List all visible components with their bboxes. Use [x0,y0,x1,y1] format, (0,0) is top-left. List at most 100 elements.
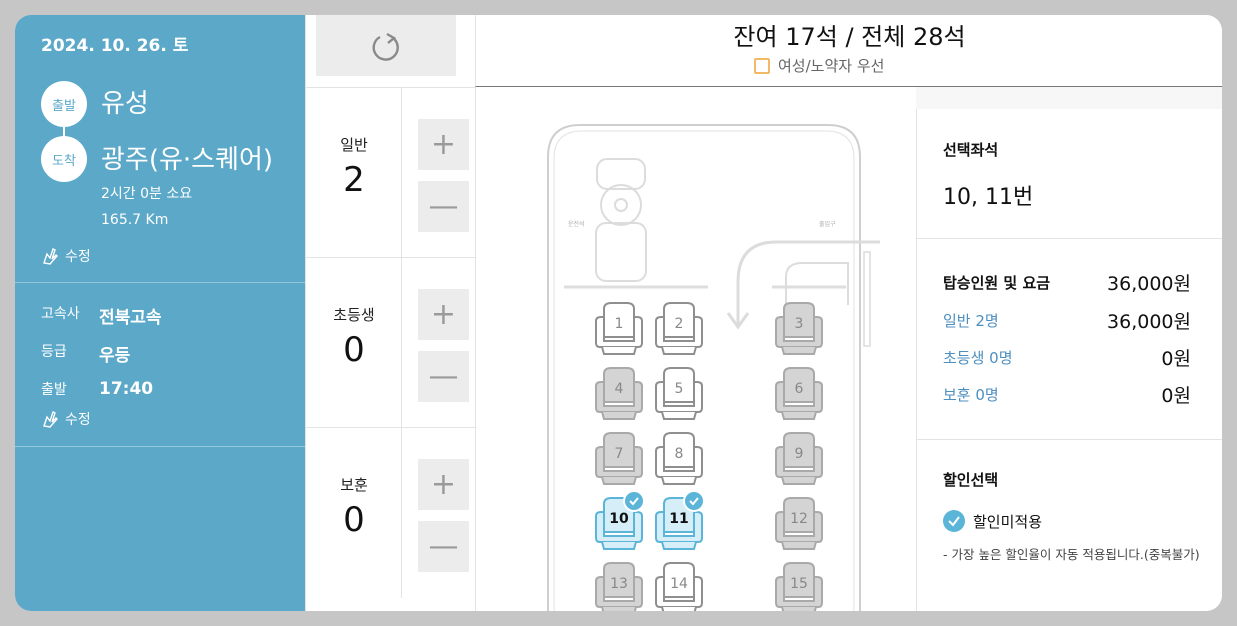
counter-value: 0 [343,330,365,370]
door-label: 출입구 [819,221,836,228]
seat-number: 9 [794,446,804,462]
driver-seat-label: 운전석 [568,221,585,228]
priority-seat-toggle[interactable]: 여성/노약자 우선 [754,55,884,76]
check-icon [623,490,645,512]
seat-number: 13 [610,576,628,592]
discount-title: 할인선택 [943,471,999,489]
fare-total-row: 탑승인원 및 요금 36,000원 [943,269,1191,296]
decrement-button[interactable]: — [418,351,469,402]
time-label: 출발 [41,382,67,398]
decrement-button[interactable]: — [418,521,469,572]
refresh-icon [372,32,399,61]
pencil-hand-icon [43,411,58,428]
seat-number: 5 [674,381,684,397]
counter-value: 2 [343,160,365,200]
seat-number: 10 [609,511,629,527]
seat-15: 15 [773,561,825,611]
minus-icon: — [428,189,459,224]
seat-number: 15 [790,576,808,592]
minus-icon: — [428,529,459,564]
seat-number: 6 [794,381,804,397]
check-icon [683,490,705,512]
fare-row-amount: 0원 [1161,385,1191,407]
increment-button[interactable]: + [418,119,469,170]
edit-details-link[interactable]: 수정 [41,409,91,429]
priority-checkbox[interactable] [754,57,770,74]
fare-title: 탑승인원 및 요금 [943,274,1051,292]
seat-number: 11 [669,511,689,527]
selected-seats-value: 10, 11번 [943,185,1034,210]
fare-row-label: 초등생 0명 [943,349,1013,367]
grade-row: 등급 우등 [41,341,130,366]
trip-distance: 165.7 Km [101,212,169,228]
fare-row-child: 초등생 0명 0원 [943,344,1191,371]
seat-number: 12 [790,511,808,527]
time-value: 17:40 [99,379,154,399]
plus-icon: + [430,467,457,502]
arrive-badge: 도착 [41,136,87,182]
seat-12: 12 [773,496,825,552]
seat-selection-dialog: 2024. 10. 26. 토 출발 도착 유성 광주(유·스퀘어) 2시간 0… [15,15,1222,611]
counter-label: 보훈 [340,476,368,494]
seat-map: 운전석 출입구 1 2 3 4 5 6 7 8 9 10 11 12 13 14 15 [475,87,916,611]
edit-route-link[interactable]: 수정 [41,246,91,266]
seat-number: 3 [794,316,804,332]
discount-option-label: 할인미적용 [973,512,1043,531]
divider [917,439,1222,440]
divider [917,238,1222,239]
seat-number: 14 [670,576,688,592]
divider [15,282,305,283]
seat-13: 13 [593,561,645,611]
counter-general: 일반 2 + — [306,87,476,258]
counter-label: 초등생 [333,306,375,324]
counter-child: 초등생 0 + — [306,257,476,428]
seat-availability-title: 잔여 17석 / 전체 28석 [733,23,966,51]
seat-5[interactable]: 5 [653,366,705,422]
seat-9: 9 [773,431,825,487]
divider [15,446,305,447]
priority-label: 여성/노약자 우선 [778,57,885,75]
seat-11[interactable]: 11 [653,490,705,552]
counter-label: 일반 [340,136,368,154]
discount-option[interactable]: 할인미적용 [943,510,1042,532]
counter-veteran: 보훈 0 + — [306,427,476,598]
seat-number: 1 [614,316,624,332]
seat-7: 7 [593,431,645,487]
company-value: 전북고속 [99,308,162,328]
fare-row-label: 보훈 0명 [943,386,999,404]
seat-number: 2 [674,316,684,332]
seat-number: 7 [614,446,624,462]
fare-row-veteran: 보훈 0명 0원 [943,381,1191,408]
edit-label: 수정 [65,412,91,428]
fare-row-label: 일반 2명 [943,312,999,330]
grade-label: 등급 [41,344,67,360]
fare-row-general: 일반 2명 36,000원 [943,307,1191,334]
seat-2[interactable]: 2 [653,301,705,357]
fare-row-amount: 36,000원 [1107,311,1191,333]
trip-duration: 2시간 0분 소요 [101,186,193,202]
seat-14[interactable]: 14 [653,561,705,611]
passenger-counter-column: 일반 2 + — 초등생 0 + — 보훈 0 + — [305,15,476,611]
booking-summary: 선택좌석 10, 11번 탑승인원 및 요금 36,000원 일반 2명 36,… [916,109,1222,611]
seat-8[interactable]: 8 [653,431,705,487]
seat-6: 6 [773,366,825,422]
depart-place: 유성 [101,89,149,119]
increment-button[interactable]: + [418,459,469,510]
refresh-button[interactable] [316,15,456,76]
seat-number: 4 [614,381,624,397]
company-label: 고속사 [41,306,80,322]
seat-1[interactable]: 1 [593,301,645,357]
decrement-button[interactable]: — [418,181,469,232]
trip-info-panel: 2024. 10. 26. 토 출발 도착 유성 광주(유·스퀘어) 2시간 0… [15,15,305,611]
plus-icon: + [430,297,457,332]
check-circle-icon[interactable] [943,510,965,532]
grade-value: 우등 [99,346,131,366]
increment-button[interactable]: + [418,289,469,340]
company-row: 고속사 전북고속 [41,303,162,328]
seat-3: 3 [773,301,825,357]
pencil-hand-icon [43,248,58,265]
seat-10[interactable]: 10 [593,490,645,552]
fare-row-amount: 0원 [1161,348,1191,370]
time-row: 출발 17:40 [41,379,153,399]
seat-4: 4 [593,366,645,422]
